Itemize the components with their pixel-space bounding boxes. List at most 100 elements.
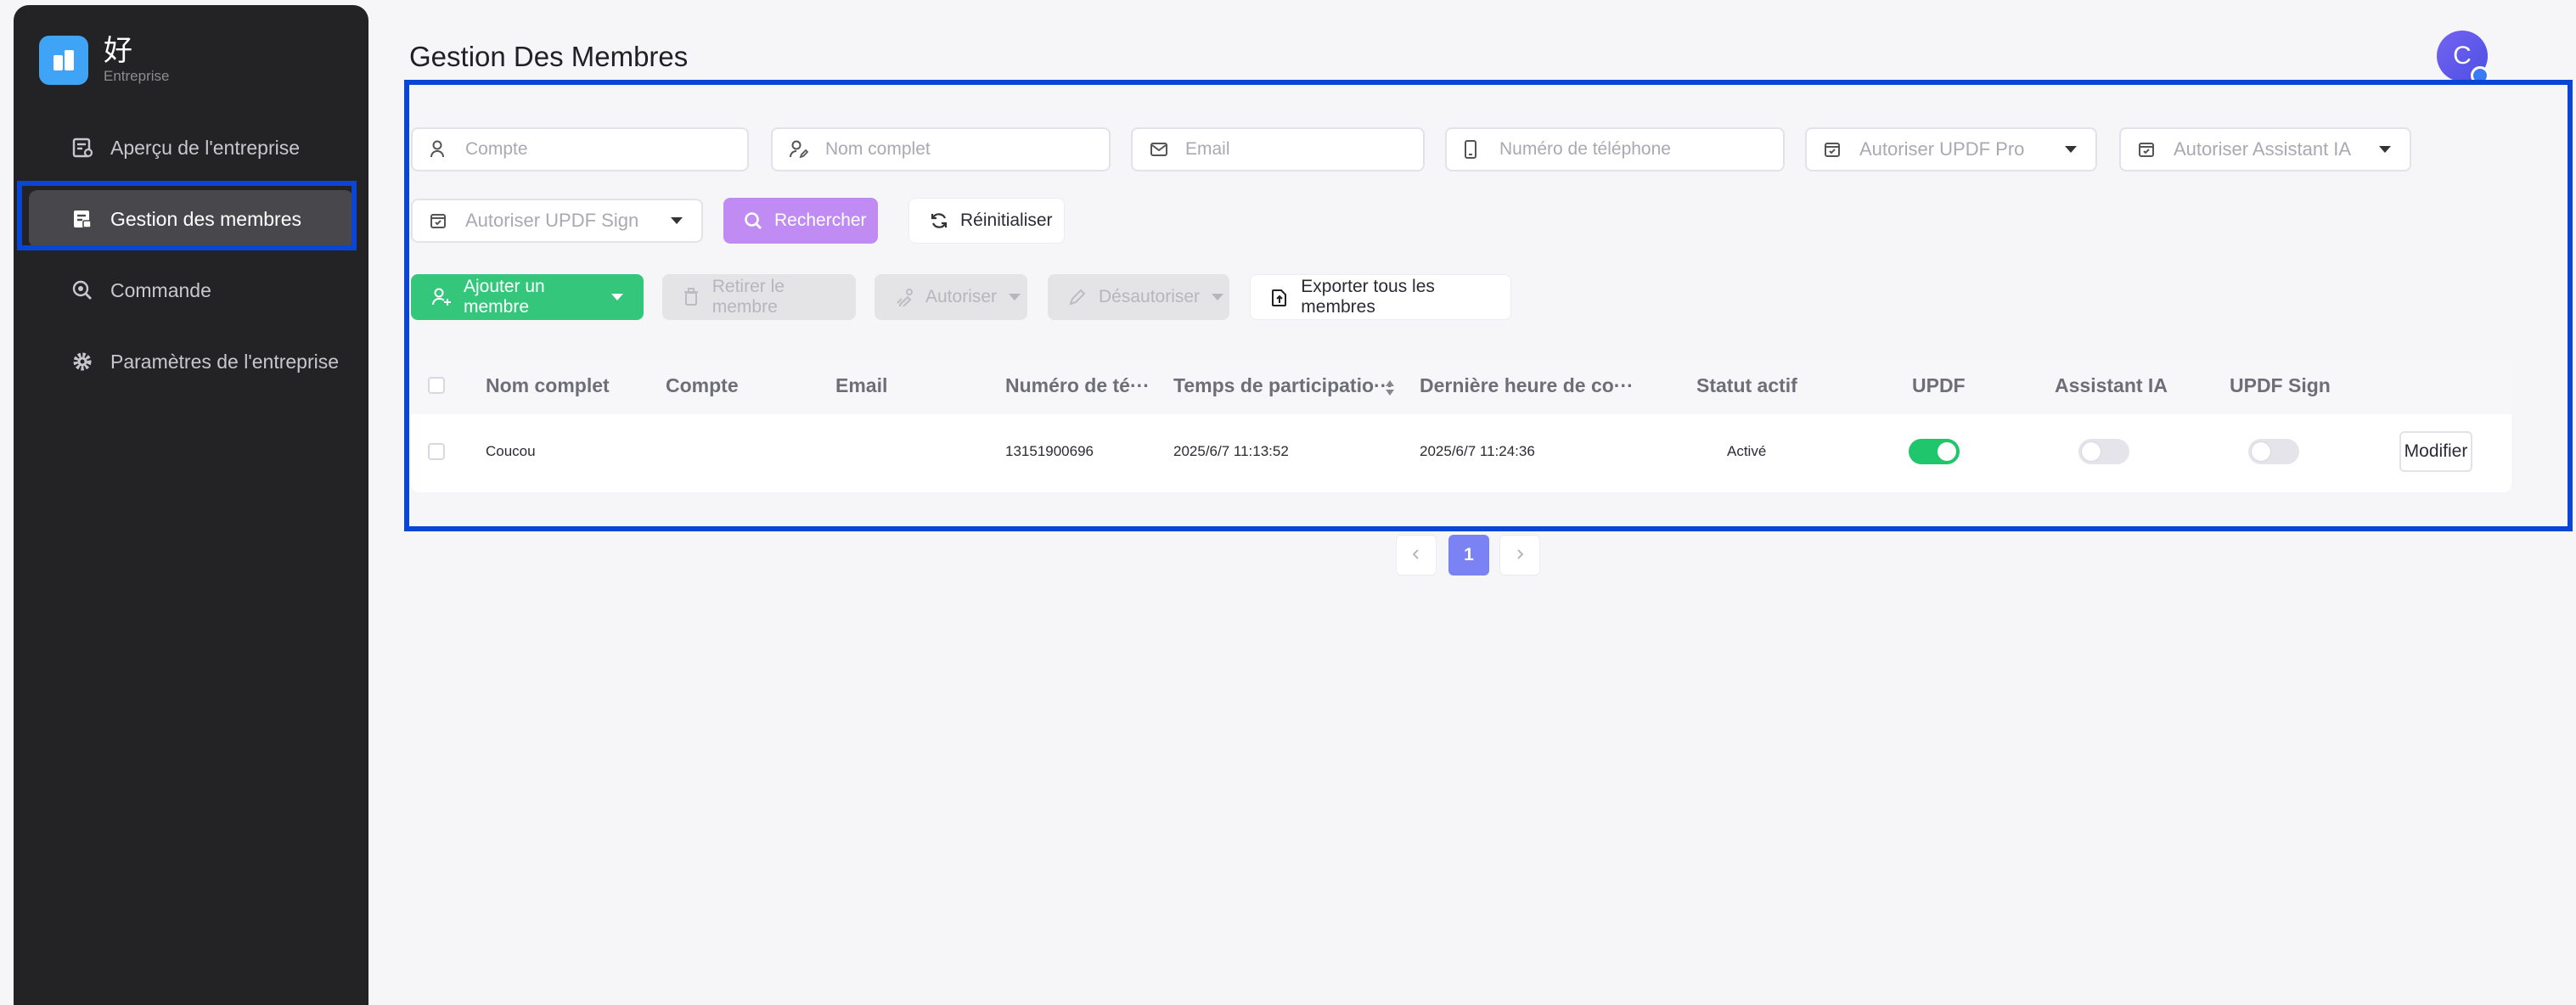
fullname-filter[interactable] [771, 127, 1111, 171]
updf-pro-select[interactable]: Autoriser UPDF Pro [1805, 127, 2097, 171]
members-icon [70, 206, 95, 232]
phone-filter[interactable] [1445, 127, 1785, 171]
col-updf-sign[interactable]: UPDF Sign [2230, 374, 2331, 397]
phone-input[interactable] [1499, 139, 1769, 160]
pen-icon [1068, 287, 1087, 307]
page-button-current[interactable]: 1 [1448, 535, 1489, 575]
sidebar-item-label: Gestion des membres [110, 207, 301, 230]
account-filter[interactable] [411, 127, 749, 171]
ai-assistant-select-value: Autoriser Assistant IA [2174, 138, 2352, 160]
chevron-right-icon [1515, 545, 1525, 565]
search-button[interactable]: Rechercher [723, 198, 878, 244]
updf-sign-toggle[interactable] [2248, 439, 2299, 464]
cell-last-login: 2025/6/7 11:24:36 [1420, 443, 1535, 459]
calendar-check-icon [2138, 139, 2158, 160]
export-icon [1271, 287, 1289, 307]
col-ai-assistant[interactable]: Assistant IA [2055, 374, 2168, 397]
updf-sign-select[interactable]: Autoriser UPDF Sign [411, 199, 703, 243]
sidebar-item-overview[interactable]: Aperçu de l'entreprise [29, 119, 353, 177]
sidebar-item-orders[interactable]: Commande [29, 261, 353, 319]
toggle-knob [2252, 442, 2270, 461]
cell-status: Activé [1727, 443, 1767, 459]
chevron-left-icon [1411, 545, 1421, 565]
add-member-label: Ajouter un membre [464, 277, 545, 317]
members-table: Nom complet Compte Email Numéro de té···… [411, 360, 2511, 492]
col-last-login[interactable]: Dernière heure de co··· [1420, 374, 1634, 397]
add-user-icon [431, 287, 452, 307]
sidebar-item-settings[interactable]: Paramètres de l'entreprise [29, 333, 353, 390]
updf-toggle[interactable] [1909, 439, 1960, 464]
email-filter[interactable] [1131, 127, 1425, 171]
refresh-icon [930, 211, 948, 231]
chevron-down-icon [2379, 146, 2391, 153]
chevron-down-icon [671, 217, 683, 224]
row-checkbox[interactable] [428, 443, 445, 460]
mail-icon [1150, 139, 1170, 160]
reset-button-label: Réinitialiser [960, 211, 1053, 230]
ai-assistant-toggle[interactable] [2078, 439, 2129, 464]
sidebar-item-label: Aperçu de l'entreprise [110, 136, 301, 159]
avatar-badge-icon [2471, 66, 2489, 85]
sidebar-item-label: Commande [110, 278, 211, 301]
app-logo-icon [39, 36, 88, 85]
cell-fullname: Coucou [486, 443, 536, 459]
cell-phone: 13151900696 [1005, 443, 1094, 459]
toggle-knob [2082, 442, 2101, 461]
toggle-knob [1938, 442, 1956, 461]
chevron-down-icon [1009, 294, 1021, 300]
chevron-down-icon [1212, 294, 1224, 300]
prev-page-button[interactable] [1396, 535, 1437, 575]
authorize-button[interactable]: Autoriser [875, 274, 1027, 320]
cell-join-time: 2025/6/7 11:13:52 [1173, 443, 1289, 459]
select-all-checkbox[interactable] [428, 377, 445, 394]
search-icon [744, 211, 762, 231]
sidebar-item-label: Paramètres de l'entreprise [110, 350, 340, 373]
col-status[interactable]: Statut actif [1696, 374, 1797, 397]
add-member-button[interactable]: Ajouter un membre [411, 274, 644, 320]
authorize-icon [895, 287, 914, 307]
remove-member-button[interactable]: Retirer le membre [662, 274, 856, 320]
col-account[interactable]: Compte [666, 374, 739, 397]
page-title: Gestion Des Membres [409, 41, 689, 72]
user-edit-icon [790, 139, 810, 160]
order-search-icon [70, 278, 95, 303]
reset-button[interactable]: Réinitialiser [908, 198, 1065, 244]
search-button-label: Rechercher [774, 211, 867, 230]
user-icon [430, 139, 450, 160]
col-join-time[interactable]: Temps de participatio··· [1173, 374, 1393, 397]
avatar-initial: C [2453, 42, 2472, 70]
export-all-label: Exporter tous les membres [1301, 277, 1435, 317]
sidebar: 好 Entreprise Aperçu de l'entreprise Gest… [14, 5, 368, 1005]
table-header: Nom complet Compte Email Numéro de té···… [411, 360, 2511, 414]
calendar-check-icon [1824, 139, 1844, 160]
email-input[interactable] [1185, 139, 1418, 160]
app-logo: 好 Entreprise [39, 36, 169, 85]
company-type: Entreprise [104, 68, 170, 84]
fullname-input[interactable] [825, 139, 1094, 160]
account-input[interactable] [465, 139, 734, 160]
authorize-label: Autoriser [925, 287, 998, 306]
col-updf[interactable]: UPDF [1912, 374, 1966, 397]
export-all-button[interactable]: Exporter tous les membres [1250, 274, 1511, 320]
phone-icon [1464, 139, 1484, 160]
sort-icon[interactable] [1384, 379, 1396, 401]
col-phone[interactable]: Numéro de té··· [1005, 374, 1150, 397]
chevron-down-icon [2065, 146, 2077, 153]
updf-pro-select-value: Autoriser UPDF Pro [1859, 138, 2025, 160]
calendar-check-icon [430, 211, 450, 231]
ai-assistant-select[interactable]: Autoriser Assistant IA [2119, 127, 2411, 171]
deauthorize-button[interactable]: Désautoriser [1048, 274, 1229, 320]
col-fullname[interactable]: Nom complet [486, 374, 610, 397]
gear-icon [70, 349, 95, 374]
sidebar-item-members[interactable]: Gestion des membres [29, 190, 353, 248]
next-page-button[interactable] [1499, 535, 1540, 575]
updf-sign-select-value: Autoriser UPDF Sign [465, 210, 639, 231]
company-name: 好 [104, 34, 132, 68]
dashboard-icon [70, 135, 95, 160]
col-email[interactable]: Email [835, 374, 887, 397]
edit-button[interactable]: Modifier [2399, 431, 2472, 472]
trash-icon [683, 287, 700, 307]
deauthorize-label: Désautoriser [1099, 287, 1201, 306]
remove-member-label: Retirer le membre [711, 277, 785, 317]
chevron-down-icon [611, 294, 623, 300]
